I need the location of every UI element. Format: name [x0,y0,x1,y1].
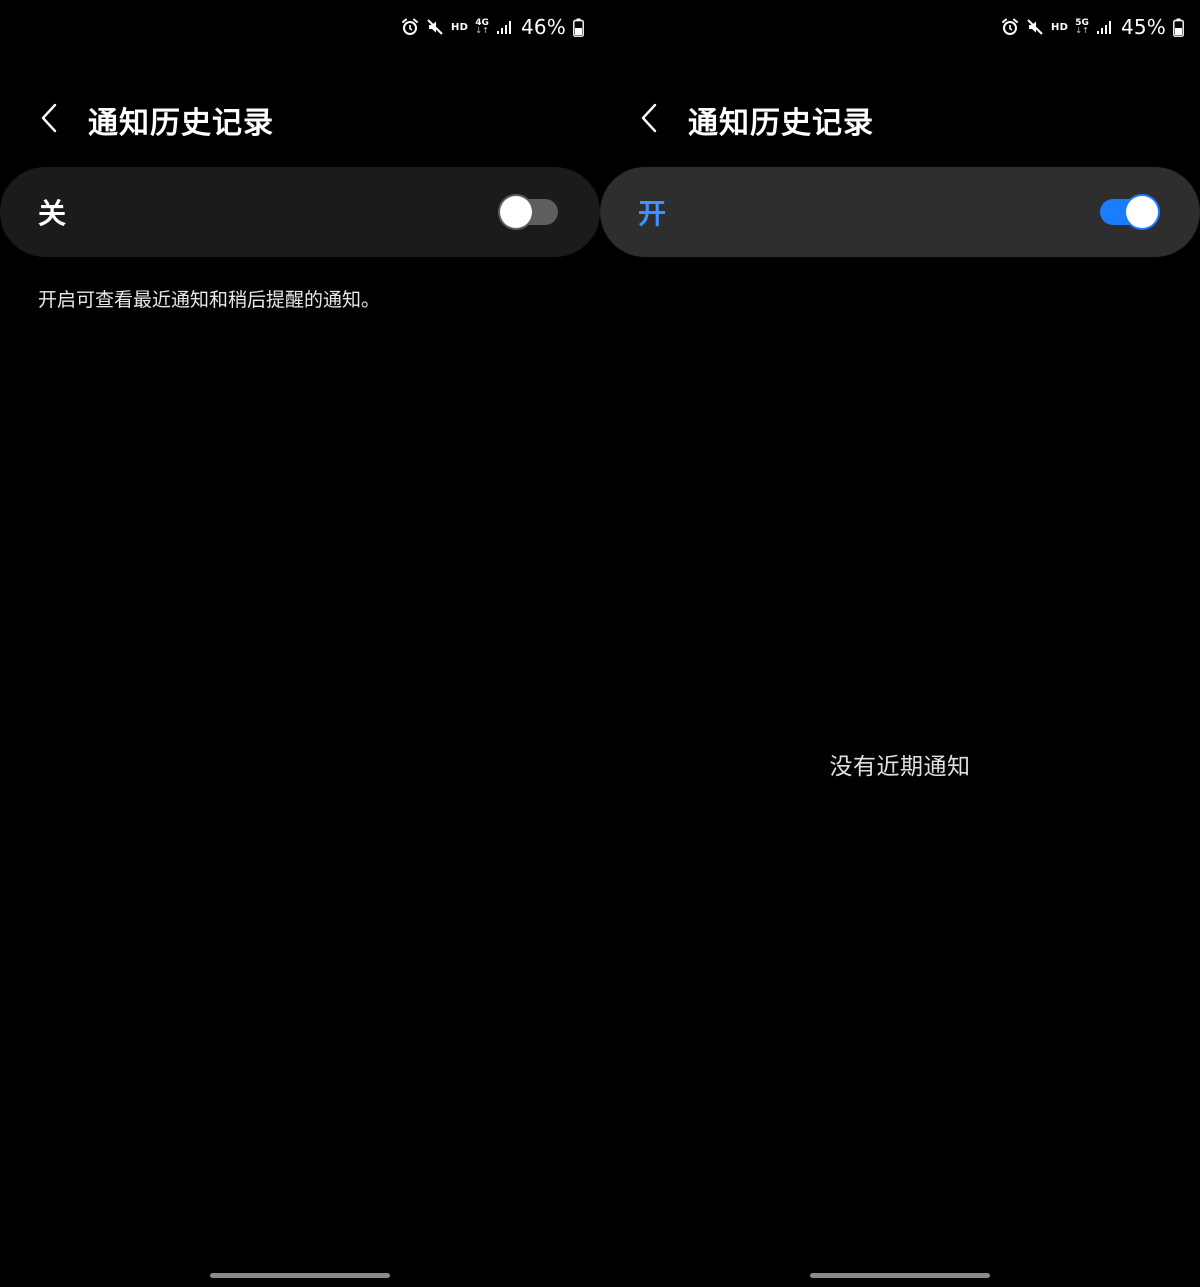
mute-icon [426,18,444,36]
alarm-icon [1001,18,1019,36]
back-chevron-icon [641,103,657,133]
alarm-icon [401,18,419,36]
toggle-thumb [500,196,532,228]
feature-description: 开启可查看最近通知和稍后提醒的通知。 [38,289,381,311]
battery-percentage: 46% [520,15,566,39]
master-switch-card[interactable]: 关 [0,167,600,257]
toggle-switch[interactable] [500,195,558,229]
toggle-thumb [1126,196,1158,228]
back-button[interactable] [34,98,64,138]
data-arrows-icon: ↓↑ [1075,26,1089,35]
master-switch-card[interactable]: 开 [600,167,1200,257]
back-chevron-icon [41,103,57,133]
app-header: 通知历史记录 [600,92,1200,148]
battery-icon [1173,18,1184,37]
signal-icon [1096,19,1114,35]
mute-icon [1026,18,1044,36]
network-type-indicator: 4G ↓↑ [475,19,489,35]
gesture-nav-handle[interactable] [210,1273,390,1278]
page-title: 通知历史记录 [688,106,874,141]
battery-percentage: 45% [1120,15,1166,39]
signal-icon [496,19,514,35]
page-title: 通知历史记录 [88,106,274,141]
data-arrows-icon: ↓↑ [475,26,489,35]
switch-label: 关 [38,197,67,230]
hd-voice-indicator: HD [451,21,469,33]
screen-on: HD 5G ↓↑ 45% 通知历史记录 开 没有近期通知 [600,0,1200,1287]
app-header: 通知历史记录 [0,92,600,148]
battery-icon [573,18,584,37]
status-bar: HD 4G ↓↑ 46% [401,12,584,42]
screen-off: HD 4G ↓↑ 46% 通知历史记录 关 开启可查看最近通知和稍后提醒的通知。 [0,0,600,1287]
back-button[interactable] [634,98,664,138]
network-type-indicator: 5G ↓↑ [1075,19,1089,35]
hd-voice-indicator: HD [1051,21,1069,33]
gesture-nav-handle[interactable] [810,1273,990,1278]
switch-label: 开 [638,197,667,230]
empty-state-message: 没有近期通知 [829,754,971,780]
toggle-switch[interactable] [1100,195,1158,229]
status-bar: HD 5G ↓↑ 45% [1001,12,1184,42]
